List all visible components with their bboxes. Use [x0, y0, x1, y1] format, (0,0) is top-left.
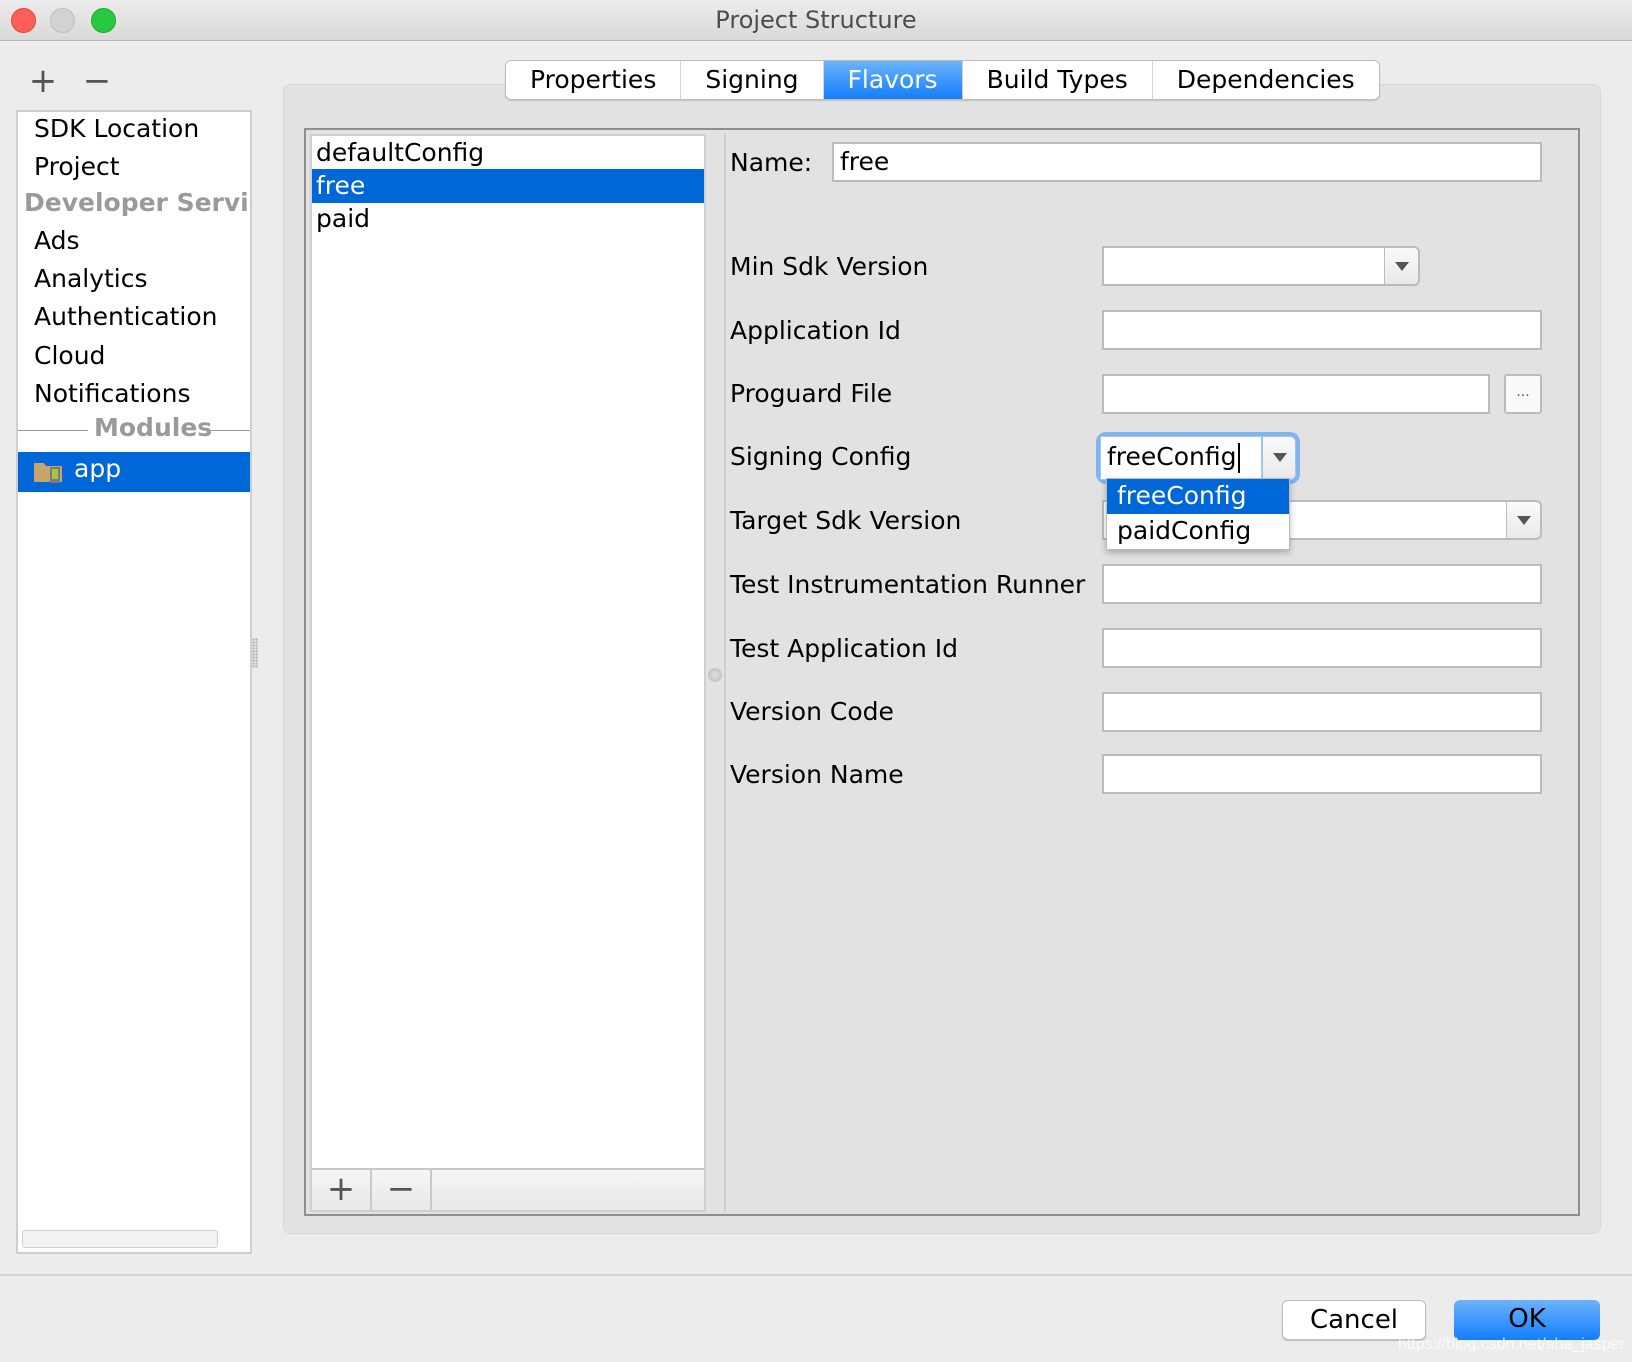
flavor-item-defaultconfig[interactable]: defaultConfig: [312, 136, 704, 170]
separator-line: [208, 430, 250, 431]
footer-divider: [0, 1274, 1632, 1276]
min-sdk-combo[interactable]: [1102, 246, 1386, 286]
sidebar: SDK Location Project Developer Services …: [16, 110, 252, 1254]
signing-config-dropdown-button[interactable]: [1262, 436, 1296, 480]
chevron-down-icon: [1395, 262, 1409, 271]
window-title: Project Structure: [715, 6, 917, 34]
flavor-detail: Name: free Min Sdk Version Application I…: [724, 134, 1574, 1212]
tab-build-types[interactable]: Build Types: [963, 61, 1153, 99]
splitter-grip[interactable]: [708, 668, 722, 682]
flavor-item-free[interactable]: free: [312, 169, 704, 203]
flavor-list-toolbar: + −: [312, 1168, 704, 1210]
name-field[interactable]: free: [832, 142, 1542, 182]
tab-signing[interactable]: Signing: [681, 61, 824, 99]
option-freeconfig[interactable]: freeConfig: [1107, 479, 1289, 514]
flavors-panel: defaultConfig free paid + − Name: free M…: [304, 128, 1580, 1216]
tab-properties[interactable]: Properties: [506, 61, 682, 99]
signing-config-value: freeConfig: [1107, 442, 1237, 471]
add-flavor-button[interactable]: +: [312, 1170, 372, 1210]
sidebar-toolbar: + −: [28, 64, 112, 98]
target-sdk-dropdown-button[interactable]: [1506, 500, 1542, 540]
add-icon[interactable]: +: [28, 64, 58, 98]
chevron-down-icon: [1273, 453, 1287, 462]
module-label: app: [74, 454, 122, 483]
sidebar-item-app[interactable]: app: [18, 452, 250, 492]
sidebar-header-developer-services: Developer Services: [24, 188, 250, 217]
tab-bar: Properties Signing Flavors Build Types D…: [505, 60, 1380, 100]
flavor-item-paid[interactable]: paid: [312, 202, 704, 236]
sidebar-horizontal-scrollbar[interactable]: [22, 1230, 218, 1248]
ok-button[interactable]: OK: [1454, 1300, 1600, 1340]
remove-flavor-button[interactable]: −: [372, 1170, 432, 1210]
sidebar-item-project[interactable]: Project: [34, 152, 120, 181]
version-code-field[interactable]: [1102, 692, 1542, 732]
test-runner-label: Test Instrumentation Runner: [730, 570, 1086, 599]
signing-config-popup: freeConfig paidConfig: [1106, 478, 1290, 550]
proguard-file-label: Proguard File: [730, 379, 893, 408]
sidebar-item-notifications[interactable]: Notifications: [34, 379, 190, 408]
sidebar-item-ads[interactable]: Ads: [34, 226, 80, 255]
sidebar-item-analytics[interactable]: Analytics: [34, 264, 148, 293]
signing-config-input[interactable]: freeConfig: [1100, 436, 1262, 480]
flavor-list: defaultConfig free paid + −: [310, 134, 706, 1212]
sidebar-item-authentication[interactable]: Authentication: [34, 302, 218, 331]
title-bar: Project Structure: [0, 0, 1632, 41]
application-id-label: Application Id: [730, 316, 901, 345]
min-sdk-dropdown-button[interactable]: [1384, 246, 1420, 286]
name-label: Name:: [730, 148, 813, 177]
option-paidconfig[interactable]: paidConfig: [1107, 514, 1289, 549]
version-name-label: Version Name: [730, 760, 904, 789]
test-application-id-field[interactable]: [1102, 628, 1542, 668]
version-code-label: Version Code: [730, 697, 894, 726]
cancel-button[interactable]: Cancel: [1282, 1300, 1426, 1340]
android-module-icon: [34, 463, 62, 483]
sidebar-item-sdk-location[interactable]: SDK Location: [34, 114, 199, 143]
chevron-down-icon: [1517, 516, 1531, 525]
modules-separator: Modules: [18, 413, 250, 444]
version-name-field[interactable]: [1102, 754, 1542, 794]
test-application-id-label: Test Application Id: [730, 634, 959, 663]
splitter-handle[interactable]: [252, 638, 258, 668]
text-caret: [1237, 443, 1240, 473]
signing-config-combo[interactable]: freeConfig: [1100, 436, 1296, 480]
target-sdk-label: Target Sdk Version: [730, 506, 962, 535]
separator-line: [18, 430, 88, 431]
signing-config-label: Signing Config: [730, 442, 912, 471]
modules-header: Modules: [94, 413, 213, 442]
tab-flavors[interactable]: Flavors: [823, 61, 963, 99]
browse-button[interactable]: ...: [1504, 374, 1542, 414]
sidebar-item-cloud[interactable]: Cloud: [34, 341, 105, 370]
application-id-field[interactable]: [1102, 310, 1542, 350]
remove-icon[interactable]: −: [82, 64, 112, 98]
min-sdk-label: Min Sdk Version: [730, 252, 929, 281]
test-runner-field[interactable]: [1102, 564, 1542, 604]
proguard-file-field[interactable]: [1102, 374, 1490, 414]
watermark: https://blog.csdn.net/aha_jasper: [1398, 1336, 1625, 1353]
tab-dependencies[interactable]: Dependencies: [1153, 61, 1379, 99]
